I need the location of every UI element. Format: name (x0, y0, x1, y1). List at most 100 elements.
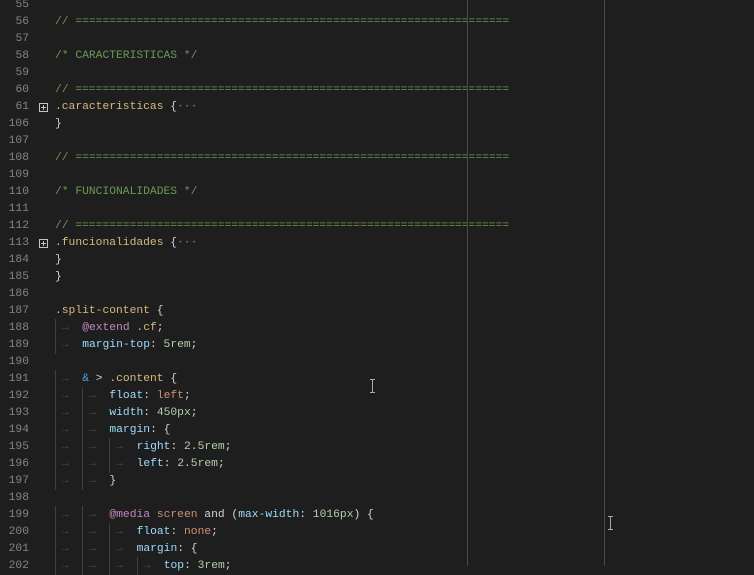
code-line[interactable]: 60 // ===================================… (0, 82, 754, 99)
token-punct: { (163, 236, 178, 249)
line-number: 200 (8, 525, 29, 538)
line-number: 201 (8, 542, 29, 555)
code-line[interactable]: 199 → → @media screen and (max-width: 101… (0, 505, 754, 524)
line-number: 187 (8, 304, 29, 317)
code-line[interactable]: 200 → → → float: none; (0, 522, 754, 541)
code-content: /* FUNCIONALIDADES */ (55, 184, 197, 201)
code-line[interactable]: 111 (0, 201, 754, 218)
code-line[interactable]: 202 → → → → top: 3rem; (0, 556, 754, 575)
token-punct: } (55, 253, 62, 266)
code-content: .caracteristicas {··· (55, 99, 197, 116)
token-punct: { (163, 100, 178, 113)
token-selector: .content (109, 372, 164, 385)
token-punct: { (149, 304, 164, 317)
token-selector: .caracteristicas (55, 100, 164, 113)
expand-fold-icon[interactable] (39, 238, 48, 248)
tab-whitespace-icon: → (55, 420, 82, 439)
token-comment: // =====================================… (55, 151, 510, 164)
line-number: 202 (8, 559, 29, 572)
code-line[interactable]: 59 (0, 65, 754, 82)
code-line[interactable]: 113 .funcionalidades {··· (0, 235, 754, 252)
token-punct: ; (211, 525, 218, 538)
token-comment: // =====================================… (55, 83, 510, 96)
code-line[interactable]: 188 → @extend .cf; (0, 318, 754, 337)
token-dots[interactable]: ··· (177, 237, 197, 249)
line-number: 111 (8, 202, 29, 215)
code-content: → margin-top: 5rem; (55, 335, 198, 354)
code-line[interactable]: 187 .split-content { (0, 303, 754, 320)
token-punct: } (109, 474, 117, 487)
editor-ruler (467, 0, 468, 566)
code-line[interactable]: 184} (0, 252, 754, 269)
code-line[interactable]: 197 → →} (0, 471, 754, 490)
code-content: // =====================================… (55, 150, 509, 167)
tab-whitespace-icon: → (55, 403, 82, 422)
code-line[interactable]: 110 /* FUNCIONALIDADES */ (0, 184, 754, 201)
line-number: 59 (15, 66, 29, 79)
token-prop: width (109, 406, 144, 419)
code-content: /* CARACTERISTICAS */ (55, 48, 197, 65)
token-dots[interactable]: ··· (177, 101, 197, 113)
token-num: 1016px (312, 508, 354, 521)
line-number: 199 (8, 508, 29, 521)
code-line[interactable]: 106} (0, 116, 754, 133)
token-num: 2.5rem (177, 457, 218, 470)
line-number: 58 (15, 49, 29, 62)
code-content: → → → margin: { (55, 539, 198, 558)
code-line[interactable]: 108 // ==================================… (0, 150, 754, 167)
code-line[interactable]: 112 // ==================================… (0, 218, 754, 235)
token-punct: ; (190, 406, 198, 419)
code-line[interactable]: 55 (0, 0, 754, 14)
code-line[interactable]: 56 // ===================================… (0, 14, 754, 31)
tab-whitespace-icon: → (82, 454, 109, 473)
token-prop: right (136, 440, 171, 453)
code-content: } (55, 269, 62, 286)
token-prop: margin (109, 423, 151, 436)
code-line[interactable]: 58 /* CARACTERISTICAS */ (0, 48, 754, 65)
code-content: .funcionalidades {··· (55, 235, 197, 252)
tab-whitespace-icon: → (55, 335, 82, 354)
line-number: 189 (8, 338, 29, 351)
code-line[interactable]: 191 → & > .content { (0, 369, 754, 388)
code-line[interactable]: 61 .caracteristicas {··· (0, 99, 754, 116)
token-punct: : { (150, 423, 171, 436)
text-cursor-icon (607, 516, 614, 530)
editor-ruler (604, 0, 605, 566)
expand-fold-icon[interactable] (39, 102, 48, 112)
code-line[interactable]: 194 → → margin: { (0, 420, 754, 439)
line-number: 188 (8, 321, 29, 334)
text-cursor-icon (369, 379, 376, 393)
code-line[interactable]: 189 → margin-top: 5rem; (0, 335, 754, 354)
tab-whitespace-icon: → (82, 437, 109, 456)
token-prop: left (136, 457, 164, 470)
code-line[interactable]: 107 (0, 133, 754, 150)
line-number: 60 (15, 83, 29, 96)
token-punct: : (299, 508, 313, 521)
code-line[interactable]: 198 (0, 490, 754, 507)
code-line[interactable]: 196 → → → left: 2.5rem; (0, 454, 754, 473)
code-content: } (55, 116, 62, 133)
tab-whitespace-icon: → (55, 539, 82, 558)
code-line[interactable]: 195 → → → right: 2.5rem; (0, 437, 754, 456)
tab-whitespace-icon: → (55, 522, 82, 541)
tab-whitespace-icon: → (136, 556, 164, 575)
code-line[interactable]: 201 → → → margin: { (0, 539, 754, 558)
token-punct: : (143, 406, 157, 419)
token-punct: ; (190, 338, 198, 351)
token-comment: // =====================================… (55, 219, 510, 232)
code-content: → @extend .cf; (55, 318, 164, 337)
token-punct: : (143, 389, 157, 402)
code-content: // =====================================… (55, 14, 509, 31)
code-line[interactable]: 190 (0, 354, 754, 371)
code-line[interactable]: 57 (0, 31, 754, 48)
code-line[interactable]: 109 (0, 167, 754, 184)
token-punct: ; (156, 321, 164, 334)
code-line[interactable]: 186 (0, 286, 754, 303)
code-content: } (55, 252, 62, 269)
code-editor[interactable]: 55 56 // =================================… (0, 0, 754, 575)
code-line[interactable]: 193 → → width: 450px; (0, 403, 754, 422)
token-prop: margin (136, 542, 178, 555)
tab-whitespace-icon: → (82, 386, 109, 405)
code-line[interactable]: 185} (0, 269, 754, 286)
code-line[interactable]: 192 → → float: left; (0, 386, 754, 405)
